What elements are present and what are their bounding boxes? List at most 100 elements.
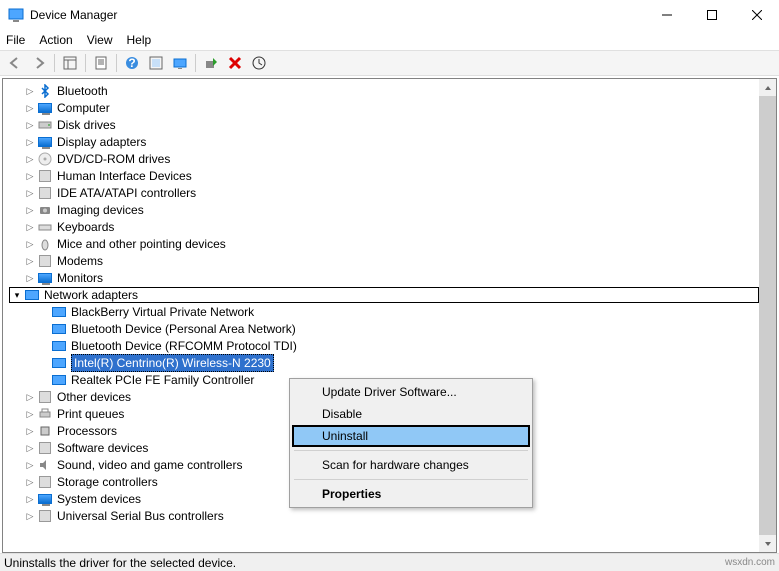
expand-icon[interactable]: ▷ <box>23 423 37 439</box>
expand-icon[interactable]: ▷ <box>23 151 37 167</box>
toolbar-separator <box>85 54 86 72</box>
tree-node-usb[interactable]: ▷Universal Serial Bus controllers <box>9 508 759 524</box>
window-title: Device Manager <box>30 8 644 22</box>
keyboard-icon <box>37 219 53 235</box>
printer-icon <box>37 406 53 422</box>
uninstall-button[interactable] <box>224 52 246 74</box>
update-driver-button[interactable] <box>248 52 270 74</box>
expand-icon[interactable]: ▷ <box>23 270 37 286</box>
tree-node-disk-drives[interactable]: ▷Disk drives <box>9 117 759 133</box>
menu-help[interactable]: Help <box>127 33 152 47</box>
expand-icon[interactable]: ▷ <box>23 202 37 218</box>
properties-button[interactable] <box>90 52 112 74</box>
title-bar: Device Manager <box>0 0 779 30</box>
network-adapter-icon <box>51 355 67 371</box>
expand-icon[interactable]: ▷ <box>23 168 37 184</box>
expand-icon[interactable]: ▷ <box>23 508 37 524</box>
tree-node-imaging[interactable]: ▷Imaging devices <box>9 202 759 218</box>
hid-icon <box>37 168 53 184</box>
expand-icon[interactable]: ▷ <box>23 491 37 507</box>
tree-node-modems[interactable]: ▷Modems <box>9 253 759 269</box>
scroll-thumb[interactable] <box>759 96 776 535</box>
svg-text:?: ? <box>128 56 135 70</box>
vertical-scrollbar[interactable] <box>759 79 776 552</box>
tree-node-keyboards[interactable]: ▷Keyboards <box>9 219 759 235</box>
storage-icon <box>37 474 53 490</box>
tree-node-monitors[interactable]: ▷Monitors <box>9 270 759 286</box>
toolbar-separator <box>116 54 117 72</box>
tree-node-bluetooth[interactable]: ▷Bluetooth <box>9 83 759 99</box>
expand-icon[interactable]: ▷ <box>23 185 37 201</box>
scroll-down-icon[interactable] <box>759 535 776 552</box>
maximize-button[interactable] <box>689 0 734 30</box>
mouse-icon <box>37 236 53 252</box>
menu-file[interactable]: File <box>6 33 25 47</box>
disk-icon <box>37 117 53 133</box>
scroll-up-icon[interactable] <box>759 79 776 96</box>
expand-icon[interactable]: ▷ <box>23 219 37 235</box>
tree-node-ide[interactable]: ▷IDE ATA/ATAPI controllers <box>9 185 759 201</box>
expand-icon[interactable]: ▷ <box>23 406 37 422</box>
minimize-button[interactable] <box>644 0 689 30</box>
action-button-1[interactable] <box>145 52 167 74</box>
scan-hardware-button[interactable] <box>169 52 191 74</box>
expand-icon[interactable]: ▷ <box>23 440 37 456</box>
expand-icon[interactable]: ▷ <box>23 457 37 473</box>
toolbar: ? <box>0 50 779 76</box>
tree-node-network-adapters[interactable]: ▾Network adapters <box>9 287 759 303</box>
tree-item-bt-pan[interactable]: Bluetooth Device (Personal Area Network) <box>9 321 759 337</box>
software-icon <box>37 440 53 456</box>
tree-item-blackberry[interactable]: BlackBerry Virtual Private Network <box>9 304 759 320</box>
context-update-driver[interactable]: Update Driver Software... <box>292 381 530 403</box>
usb-icon <box>37 508 53 524</box>
context-menu: Update Driver Software... Disable Uninst… <box>289 378 533 508</box>
tree-node-hid[interactable]: ▷Human Interface Devices <box>9 168 759 184</box>
back-button[interactable] <box>4 52 26 74</box>
context-separator <box>294 479 528 480</box>
system-icon <box>37 491 53 507</box>
menu-view[interactable]: View <box>87 33 113 47</box>
menu-action[interactable]: Action <box>39 33 72 47</box>
context-uninstall[interactable]: Uninstall <box>292 425 530 447</box>
expand-icon[interactable]: ▷ <box>23 83 37 99</box>
bluetooth-icon <box>37 83 53 99</box>
enable-button[interactable] <box>200 52 222 74</box>
computer-icon <box>37 100 53 116</box>
expand-icon[interactable]: ▷ <box>23 474 37 490</box>
forward-button[interactable] <box>28 52 50 74</box>
context-properties[interactable]: Properties <box>292 483 530 505</box>
ide-icon <box>37 185 53 201</box>
tree-node-display-adapters[interactable]: ▷Display adapters <box>9 134 759 150</box>
help-button[interactable]: ? <box>121 52 143 74</box>
tree-node-dvd[interactable]: ▷DVD/CD-ROM drives <box>9 151 759 167</box>
imaging-icon <box>37 202 53 218</box>
other-icon <box>37 389 53 405</box>
watermark: wsxdn.com <box>725 557 775 568</box>
toolbar-separator <box>195 54 196 72</box>
toolbar-separator <box>54 54 55 72</box>
expand-icon[interactable]: ▷ <box>23 236 37 252</box>
network-adapter-icon <box>51 372 67 388</box>
network-adapter-icon <box>51 321 67 337</box>
status-text: Uninstalls the driver for the selected d… <box>4 556 236 570</box>
expand-icon[interactable]: ▷ <box>23 253 37 269</box>
tree-node-computer[interactable]: ▷Computer <box>9 100 759 116</box>
collapse-icon[interactable]: ▾ <box>10 287 24 303</box>
expand-icon[interactable]: ▷ <box>23 389 37 405</box>
tree-node-mice[interactable]: ▷Mice and other pointing devices <box>9 236 759 252</box>
network-icon <box>24 287 40 303</box>
status-bar: Uninstalls the driver for the selected d… <box>0 553 779 571</box>
context-scan-hardware[interactable]: Scan for hardware changes <box>292 454 530 476</box>
expand-icon[interactable]: ▷ <box>23 134 37 150</box>
context-disable[interactable]: Disable <box>292 403 530 425</box>
expand-icon[interactable]: ▷ <box>23 100 37 116</box>
dvd-icon <box>37 151 53 167</box>
network-adapter-icon <box>51 304 67 320</box>
app-icon <box>8 7 24 23</box>
tree-item-intel-wireless[interactable]: Intel(R) Centrino(R) Wireless-N 2230 <box>9 355 759 371</box>
menu-bar: File Action View Help <box>0 30 779 50</box>
close-button[interactable] <box>734 0 779 30</box>
tree-item-bt-rfcomm[interactable]: Bluetooth Device (RFCOMM Protocol TDI) <box>9 338 759 354</box>
show-hide-console-button[interactable] <box>59 52 81 74</box>
expand-icon[interactable]: ▷ <box>23 117 37 133</box>
